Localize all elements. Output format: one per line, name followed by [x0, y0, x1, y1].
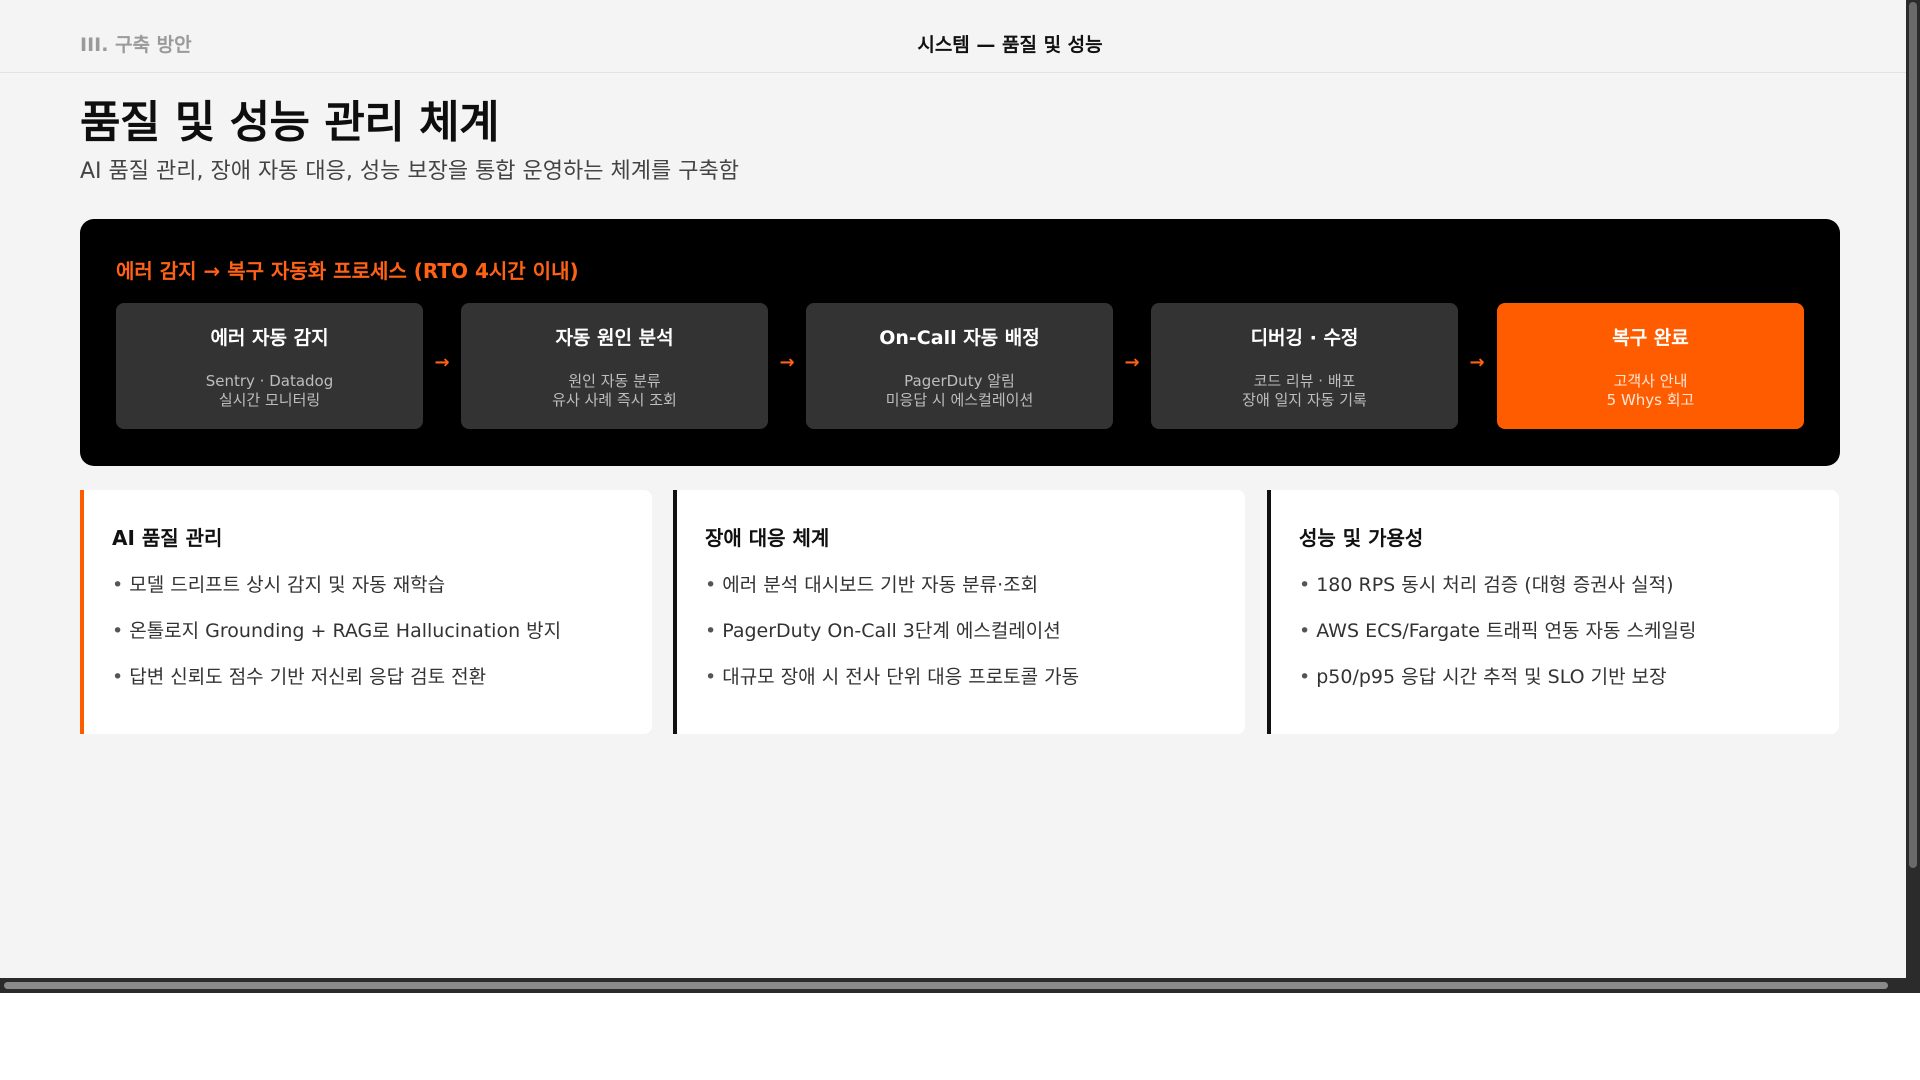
list-item-text: 에러 분석 대시보드 기반 자동 분류·조회: [722, 574, 1039, 596]
bullet-icon: •: [112, 574, 124, 596]
header-title: 시스템 — 품질 및 성능: [917, 34, 1103, 56]
step-description: 코드 리뷰 · 배포 장애 일지 자동 기록: [1151, 372, 1458, 410]
arrow-right-icon: →: [1469, 352, 1485, 373]
list-item-text: 모델 드리프트 상시 감지 및 자동 재학습: [129, 574, 446, 596]
list-item: • 에러 분석 대시보드 기반 자동 분류·조회: [705, 570, 1079, 616]
list-item-text: 답변 신뢰도 점수 기반 저신뢰 응답 검토 전환: [129, 666, 487, 688]
list-item-text: 대규모 장애 시 전사 단위 대응 프로토콜 가동: [722, 666, 1080, 688]
bullet-icon: •: [1299, 620, 1311, 642]
step-desc-line: 원인 자동 분류: [568, 372, 661, 390]
bullet-icon: •: [705, 620, 717, 642]
card-title: 성능 및 가용성: [1299, 526, 1424, 550]
process-panel: 에러 감지 → 복구 자동화 프로세스 (RTO 4시간 이내) 에러 자동 감…: [80, 219, 1840, 466]
arrow-right-icon: →: [779, 352, 795, 373]
step-title: 복구 완료: [1612, 327, 1689, 349]
step-description: PagerDuty 알림 미응답 시 에스컬레이션: [806, 372, 1113, 410]
horizontal-scrollbar-thumb[interactable]: [4, 982, 1888, 989]
bullet-icon: •: [705, 574, 717, 596]
card-list: • 180 RPS 동시 처리 검증 (대형 증권사 실적) • AWS ECS/F…: [1299, 570, 1696, 708]
list-item: • 대규모 장애 시 전사 단위 대응 프로토콜 가동: [705, 662, 1079, 708]
slide-viewport: III. 구축 방안 시스템 — 품질 및 성능 품질 및 성능 관리 체계 A…: [0, 0, 1906, 978]
step-title: 자동 원인 분석: [555, 327, 674, 349]
step-description: Sentry · Datadog 실시간 모니터링: [116, 372, 423, 410]
process-step-debugging: 디버깅 · 수정 코드 리뷰 · 배포 장애 일지 자동 기록: [1151, 303, 1458, 429]
list-item: • AWS ECS/Fargate 트래픽 연동 자동 스케일링: [1299, 616, 1696, 662]
list-item-text: 180 RPS 동시 처리 검증 (대형 증권사 실적): [1316, 574, 1674, 596]
process-step-error-detection: 에러 자동 감지 Sentry · Datadog 실시간 모니터링: [116, 303, 423, 429]
step-desc-line: 장애 일지 자동 기록: [1242, 391, 1367, 409]
step-desc-line: 고객사 안내: [1613, 372, 1688, 390]
list-item-text: p50/p95 응답 시간 추적 및 SLO 기반 보장: [1316, 666, 1667, 688]
list-item-text: 온톨로지 Grounding + RAG로 Hallucination 방지: [129, 620, 562, 642]
card-performance-availability: 성능 및 가용성 • 180 RPS 동시 처리 검증 (대형 증권사 실적) •…: [1267, 490, 1839, 734]
slide-header: III. 구축 방안 시스템 — 품질 및 성능: [0, 0, 1906, 73]
step-description: 원인 자동 분류 유사 사례 즉시 조회: [461, 372, 768, 410]
card-accent-bar: [1267, 490, 1271, 734]
arrow-right-icon: →: [434, 352, 450, 373]
step-description: 고객사 안내 5 Whys 회고: [1497, 372, 1804, 410]
step-desc-line: Sentry · Datadog: [205, 372, 334, 390]
step-desc-line: 코드 리뷰 · 배포: [1253, 372, 1356, 390]
bullet-icon: •: [1299, 574, 1311, 596]
card-list: • 에러 분석 대시보드 기반 자동 분류·조회 • PagerDuty On-Ca…: [705, 570, 1079, 708]
list-item: • 모델 드리프트 상시 감지 및 자동 재학습: [112, 570, 561, 616]
bullet-icon: •: [1299, 666, 1311, 688]
list-item: • PagerDuty On-Call 3단계 에스컬레이션: [705, 616, 1079, 662]
step-desc-line: PagerDuty 알림: [904, 372, 1015, 390]
card-title: AI 품질 관리: [112, 526, 223, 550]
list-item-text: AWS ECS/Fargate 트래픽 연동 자동 스케일링: [1316, 620, 1697, 642]
card-ai-quality: AI 품질 관리 • 모델 드리프트 상시 감지 및 자동 재학습 • 온톨로지 G…: [80, 490, 652, 734]
card-accent-bar: [80, 490, 84, 734]
page-title: 품질 및 성능 관리 체계: [80, 97, 500, 148]
step-title: 에러 자동 감지: [210, 327, 329, 349]
vertical-scrollbar-thumb[interactable]: [1909, 2, 1917, 868]
vertical-scrollbar[interactable]: [1906, 0, 1920, 993]
list-item: • 답변 신뢰도 점수 기반 저신뢰 응답 검토 전환: [112, 662, 561, 708]
card-accent-bar: [673, 490, 677, 734]
horizontal-scrollbar[interactable]: [0, 978, 1920, 993]
bullet-icon: •: [112, 666, 124, 688]
card-list: • 모델 드리프트 상시 감지 및 자동 재학습 • 온톨로지 Grounding …: [112, 570, 561, 708]
list-item: • p50/p95 응답 시간 추적 및 SLO 기반 보장: [1299, 662, 1696, 708]
bullet-icon: •: [705, 666, 717, 688]
process-title: 에러 감지 → 복구 자동화 프로세스 (RTO 4시간 이내): [116, 259, 579, 283]
step-desc-line: 미응답 시 에스컬레이션: [885, 391, 1034, 409]
step-desc-line: 실시간 모니터링: [218, 391, 321, 409]
card-incident-response: 장애 대응 체계 • 에러 분석 대시보드 기반 자동 분류·조회 • PagerD…: [673, 490, 1245, 734]
arrow-right-icon: →: [1124, 352, 1140, 373]
card-title: 장애 대응 체계: [705, 526, 830, 550]
page-subtitle: AI 품질 관리, 장애 자동 대응, 성능 보장을 통합 운영하는 체계를 구…: [80, 159, 739, 184]
step-desc-line: 5 Whys 회고: [1606, 391, 1695, 409]
blank-area: [0, 993, 1920, 1080]
process-step-recovery-complete: 복구 완료 고객사 안내 5 Whys 회고: [1497, 303, 1804, 429]
step-title: 디버깅 · 수정: [1250, 327, 1359, 349]
step-desc-line: 유사 사례 즉시 조회: [552, 391, 677, 409]
list-item: • 180 RPS 동시 처리 검증 (대형 증권사 실적): [1299, 570, 1696, 616]
list-item-text: PagerDuty On-Call 3단계 에스컬레이션: [722, 620, 1061, 642]
step-title: On-Call 자동 배정: [879, 327, 1040, 349]
list-item: • 온톨로지 Grounding + RAG로 Hallucination 방지: [112, 616, 561, 662]
process-step-oncall: On-Call 자동 배정 PagerDuty 알림 미응답 시 에스컬레이션: [806, 303, 1113, 429]
process-step-root-cause: 자동 원인 분석 원인 자동 분류 유사 사례 즉시 조회: [461, 303, 768, 429]
bullet-icon: •: [112, 620, 124, 642]
